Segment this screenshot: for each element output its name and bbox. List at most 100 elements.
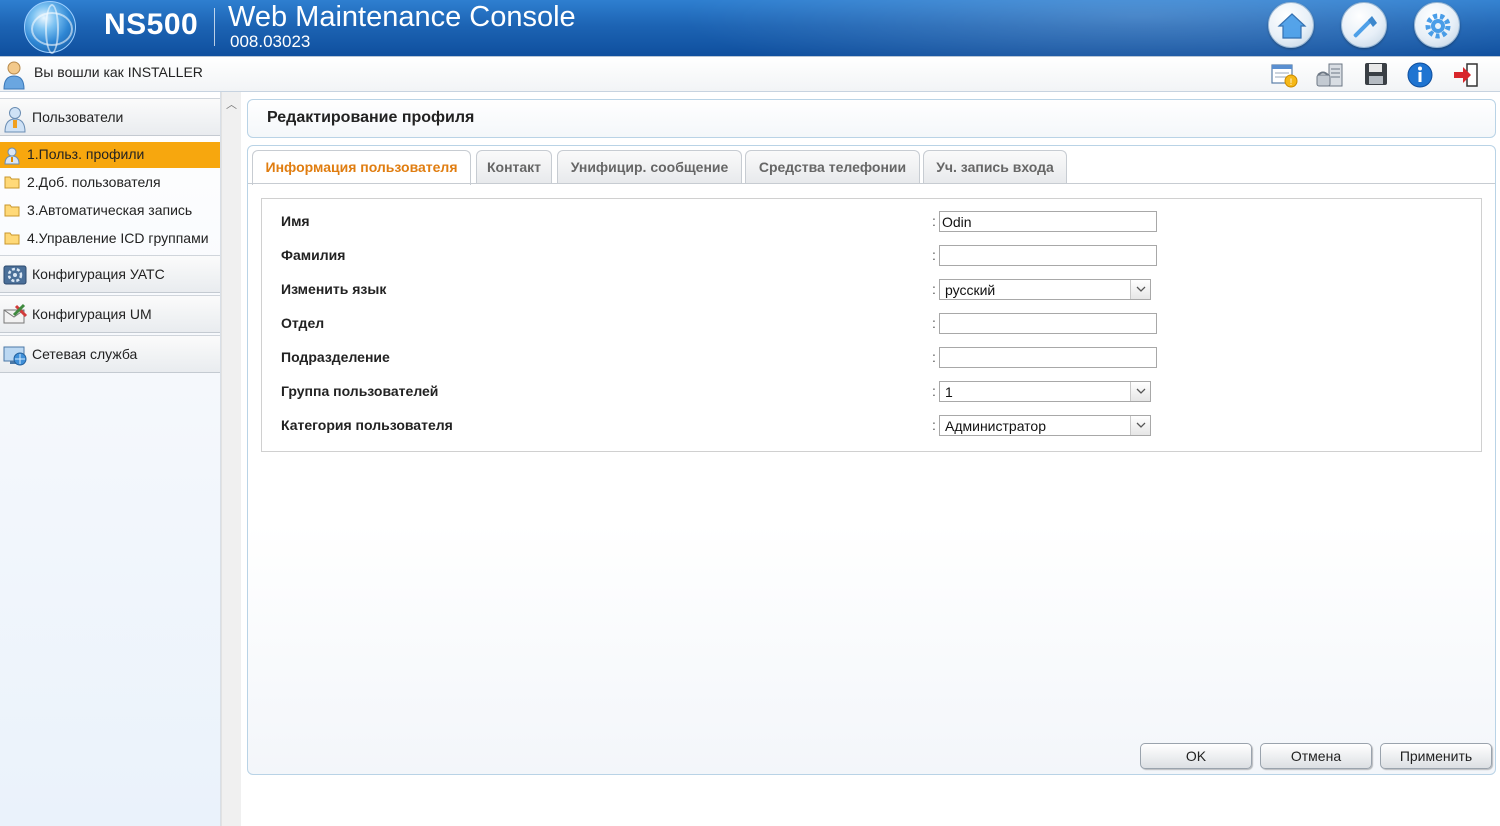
app-title: Web Maintenance Console [228, 1, 576, 33]
sidebar-item-label: 3.Автоматическая запись [27, 202, 193, 218]
user-group-icon [4, 107, 26, 133]
separator-colon: : [932, 281, 936, 297]
form-row-department: Отдел : [262, 307, 1481, 341]
sidebar-item-add-user[interactable]: 2.Доб. пользователя [0, 170, 220, 196]
first-name-input[interactable] [939, 211, 1157, 232]
home-button[interactable] [1268, 2, 1314, 48]
sidebar-group-pbx-config[interactable]: Конфигурация УАТС [0, 255, 220, 293]
form-row-division: Подразделение : [262, 341, 1481, 375]
user-group-select-value: 1 [945, 384, 953, 400]
folder-icon [4, 204, 20, 217]
user-info-form: Имя : Фамилия : Изменить язык : русский … [261, 198, 1482, 452]
sidebar-group-label: Конфигурация УАТС [32, 266, 165, 282]
language-select-value: русский [945, 282, 996, 298]
logout-icon [1454, 63, 1478, 87]
tab-unified-messaging[interactable]: Унифицир. сообщение [557, 150, 742, 184]
user-category-select[interactable]: Администратор [939, 415, 1151, 436]
model-name: NS500 [104, 8, 199, 41]
form-row-language: Изменить язык : русский [262, 273, 1481, 307]
home-icon [1277, 13, 1307, 39]
sidebar-group-label: Конфигурация UM [32, 306, 152, 322]
tab-divider [248, 183, 1495, 184]
svg-text:!: ! [1290, 77, 1293, 87]
separator-colon: : [932, 383, 936, 399]
sidebar-group-network-service[interactable]: Сетевая служба [0, 335, 220, 373]
first-name-label: Имя [281, 213, 310, 229]
tools-button[interactable] [1341, 2, 1387, 48]
tool-icon [1353, 16, 1377, 38]
form-row-user-category: Категория пользователя : Администратор [262, 409, 1481, 443]
chevron-down-icon[interactable] [1130, 382, 1150, 401]
network-service-icon [3, 346, 27, 366]
form-row-first-name: Имя : [262, 205, 1481, 239]
cancel-button[interactable]: Отмена [1260, 743, 1372, 769]
phone-system-icon [1316, 63, 1343, 87]
last-name-input[interactable] [939, 245, 1157, 266]
pbx-config-icon [3, 265, 27, 285]
tab-user-info[interactable]: Информация пользователя [252, 150, 471, 185]
sidebar-item-label: 2.Доб. пользователя [27, 174, 161, 190]
folder-icon [4, 232, 20, 245]
user-category-select-value: Администратор [945, 418, 1047, 434]
um-config-icon [3, 303, 28, 324]
form-row-last-name: Фамилия : [262, 239, 1481, 273]
page-title: Редактирование профиля [267, 109, 475, 126]
sidebar-group-users[interactable]: Пользователи [0, 98, 220, 136]
app-version: 008.03023 [230, 32, 311, 51]
sidebar-group-label: Пользователи [32, 109, 124, 125]
last-name-label: Фамилия [281, 247, 346, 263]
user-toolbar: Вы вошли как INSTALLER ! [0, 56, 1500, 92]
sidebar-group-label: Сетевая служба [32, 346, 138, 362]
sidebar-item-icd-groups[interactable]: 4.Управление ICD группами [0, 226, 220, 252]
user-profile-icon [4, 147, 20, 165]
scroll-up-arrow-icon[interactable]: ︿ [226, 96, 237, 112]
user-category-label: Категория пользователя [281, 417, 453, 433]
settings-button[interactable] [1414, 2, 1460, 48]
chevron-down-icon[interactable] [1130, 416, 1150, 435]
division-label: Подразделение [281, 349, 390, 365]
sidebar-item-auto-record[interactable]: 3.Автоматическая запись [0, 198, 220, 224]
gear-icon [1425, 13, 1451, 39]
sidebar-item-label: 4.Управление ICD группами [27, 230, 209, 246]
division-input[interactable] [939, 347, 1157, 368]
chevron-down-icon[interactable] [1130, 280, 1150, 299]
sidebar-group-um-config[interactable]: Конфигурация UM [0, 295, 220, 333]
form-row-user-group: Группа пользователей : 1 [262, 375, 1481, 409]
calendar-alert-button[interactable]: ! [1270, 61, 1300, 89]
tab-login-account[interactable]: Уч. запись входа [923, 150, 1067, 184]
separator-colon: : [932, 417, 936, 433]
save-icon [1365, 63, 1387, 85]
sidebar: Пользователи 1.Польз. профили 2.Доб. пол… [0, 92, 221, 826]
sidebar-item-label: 1.Польз. профили [27, 146, 145, 162]
phone-system-button[interactable] [1315, 61, 1345, 89]
separator-colon: : [932, 349, 936, 365]
language-select[interactable]: русский [939, 279, 1151, 300]
app-header: NS500 Web Maintenance Console 008.03023 [0, 0, 1500, 56]
tab-telephony[interactable]: Средства телефонии [745, 150, 920, 184]
save-button[interactable] [1362, 61, 1392, 89]
user-icon [3, 61, 25, 90]
logout-button[interactable] [1451, 61, 1481, 89]
calendar-alert-icon: ! [1271, 64, 1298, 88]
login-status: Вы вошли как INSTALLER [34, 64, 203, 80]
profile-panel: Информация пользователя Контакт Унифицир… [247, 145, 1496, 775]
info-icon [1407, 62, 1433, 88]
globe-logo-icon [24, 1, 76, 54]
apply-button[interactable]: Применить [1380, 743, 1492, 769]
user-group-label: Группа пользователей [281, 383, 439, 399]
language-label: Изменить язык [281, 281, 387, 297]
department-label: Отдел [281, 315, 325, 331]
separator-colon: : [932, 213, 936, 229]
department-input[interactable] [939, 313, 1157, 334]
sidebar-item-user-profiles[interactable]: 1.Польз. профили [0, 142, 220, 168]
tab-contact[interactable]: Контакт [476, 150, 552, 184]
user-group-select[interactable]: 1 [939, 381, 1151, 402]
separator-colon: : [932, 247, 936, 263]
page-header: Редактирование профиля [247, 99, 1496, 138]
separator-colon: : [932, 315, 936, 331]
info-button[interactable] [1406, 61, 1436, 89]
ok-button[interactable]: OK [1140, 743, 1252, 769]
folder-icon [4, 176, 20, 189]
sidebar-scrollbar[interactable]: ︿ [221, 92, 241, 826]
header-divider [214, 8, 215, 46]
